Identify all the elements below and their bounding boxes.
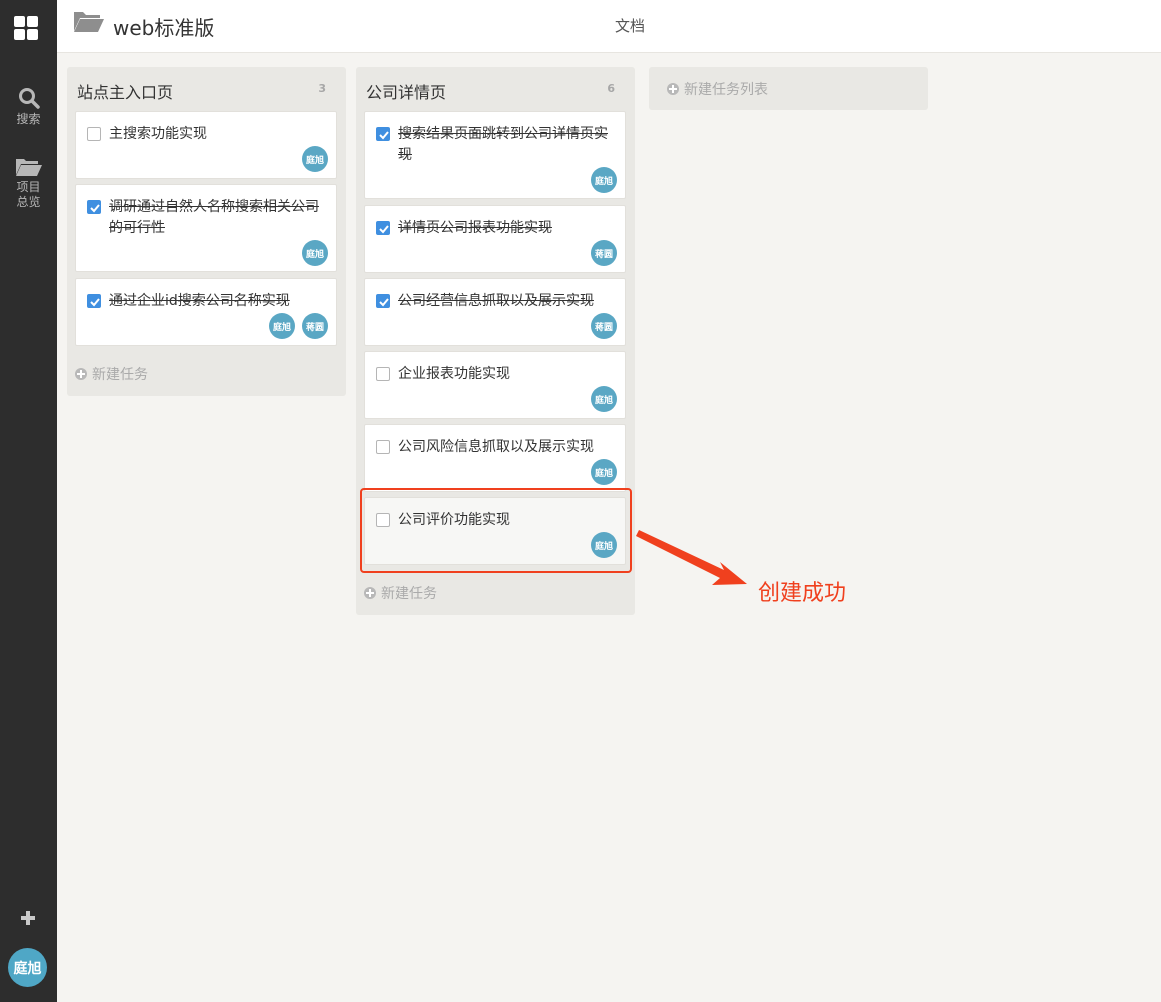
task-card[interactable]: 搜索结果页面跳转到公司详情页实现 庭旭 — [364, 111, 626, 199]
member-avatar[interactable]: 庭旭 — [269, 313, 295, 339]
add-task-button[interactable]: 新建任务 — [364, 583, 437, 603]
top-bar: web标准版 文档 — [57, 0, 1161, 53]
task-card[interactable]: 企业报表功能实现 庭旭 — [364, 351, 626, 419]
task-title: 公司风险信息抓取以及展示实现 — [398, 439, 594, 455]
list-header: 站点主入口页 3 — [67, 67, 346, 111]
search-icon — [18, 88, 40, 109]
task-title: 调研通过自然人名称搜索相关公司的可行性 — [109, 199, 319, 236]
list-header: 公司详情页 6 — [356, 67, 635, 111]
list-title[interactable]: 公司详情页 — [366, 79, 446, 103]
list-task-count: 3 — [318, 82, 326, 95]
folder-icon — [15, 159, 42, 176]
member-avatar[interactable]: 蒋圆 — [591, 313, 617, 339]
annotation-label: 创建成功 — [758, 581, 847, 606]
member-avatar[interactable]: 庭旭 — [591, 459, 617, 485]
task-checkbox[interactable] — [87, 127, 101, 141]
task-checkbox[interactable] — [87, 200, 101, 214]
task-checkbox[interactable] — [376, 127, 390, 141]
task-checkbox[interactable] — [376, 440, 390, 454]
task-card[interactable]: 公司经营信息抓取以及展示实现 蒋圆 — [364, 278, 626, 346]
app-grid-icon[interactable] — [14, 16, 38, 40]
task-list: 站点主入口页 3 主搜索功能实现 庭旭 调研通过自然人名称搜索相关公司的可行性 … — [67, 67, 346, 396]
list-task-count: 6 — [607, 82, 615, 95]
user-avatar[interactable]: 庭旭 — [8, 948, 47, 987]
member-avatar[interactable]: 庭旭 — [591, 386, 617, 412]
folder-icon — [74, 12, 104, 32]
member-avatar[interactable]: 蒋圆 — [302, 313, 328, 339]
plus-circle-icon — [75, 368, 87, 380]
add-list-button[interactable]: 新建任务列表 — [649, 67, 928, 110]
project-title[interactable]: web标准版 — [113, 12, 214, 41]
task-card[interactable]: 通过企业id搜索公司名称实现 庭旭 蒋圆 — [75, 278, 337, 346]
arrow-icon — [636, 530, 747, 585]
plus-circle-icon — [364, 587, 376, 599]
member-avatar[interactable]: 庭旭 — [302, 146, 328, 172]
check-icon — [379, 131, 389, 140]
check-icon — [379, 298, 389, 307]
list-title[interactable]: 站点主入口页 — [77, 79, 173, 103]
task-card[interactable]: 公司风险信息抓取以及展示实现 庭旭 — [364, 424, 626, 492]
task-title: 企业报表功能实现 — [398, 366, 510, 382]
task-card[interactable]: 详情页公司报表功能实现 蒋圆 — [364, 205, 626, 273]
highlight-box — [360, 488, 632, 573]
add-icon[interactable] — [19, 909, 37, 927]
left-rail: 搜索 项目总览 庭旭 — [0, 0, 57, 1002]
tab-docs[interactable]: 文档 — [615, 15, 645, 36]
add-task-button[interactable]: 新建任务 — [75, 364, 148, 384]
task-title: 搜索结果页面跳转到公司详情页实现 — [398, 126, 608, 163]
task-card[interactable]: 调研通过自然人名称搜索相关公司的可行性 庭旭 — [75, 184, 337, 272]
check-icon — [90, 298, 100, 307]
member-avatar[interactable]: 蒋圆 — [591, 240, 617, 266]
task-checkbox[interactable] — [376, 367, 390, 381]
task-checkbox[interactable] — [376, 221, 390, 235]
task-card[interactable]: 主搜索功能实现 庭旭 — [75, 111, 337, 179]
add-task-label: 新建任务 — [92, 367, 148, 383]
task-title: 公司经营信息抓取以及展示实现 — [398, 293, 594, 309]
add-task-label: 新建任务 — [381, 586, 437, 602]
nav-search-label: 搜索 — [16, 112, 41, 126]
task-checkbox[interactable] — [87, 294, 101, 308]
check-icon — [379, 225, 389, 234]
task-title: 详情页公司报表功能实现 — [398, 220, 552, 236]
member-avatar[interactable]: 庭旭 — [302, 240, 328, 266]
task-title: 主搜索功能实现 — [109, 126, 207, 142]
task-checkbox[interactable] — [376, 294, 390, 308]
plus-circle-icon — [667, 82, 679, 95]
task-title: 通过企业id搜索公司名称实现 — [109, 293, 290, 309]
add-list-label: 新建任务列表 — [684, 81, 768, 98]
nav-search[interactable]: 搜索 — [0, 86, 57, 127]
check-icon — [90, 204, 100, 213]
member-avatar[interactable]: 庭旭 — [591, 167, 617, 193]
nav-project-overview-label: 项目总览 — [16, 180, 41, 209]
nav-project-overview[interactable]: 项目总览 — [0, 156, 57, 210]
